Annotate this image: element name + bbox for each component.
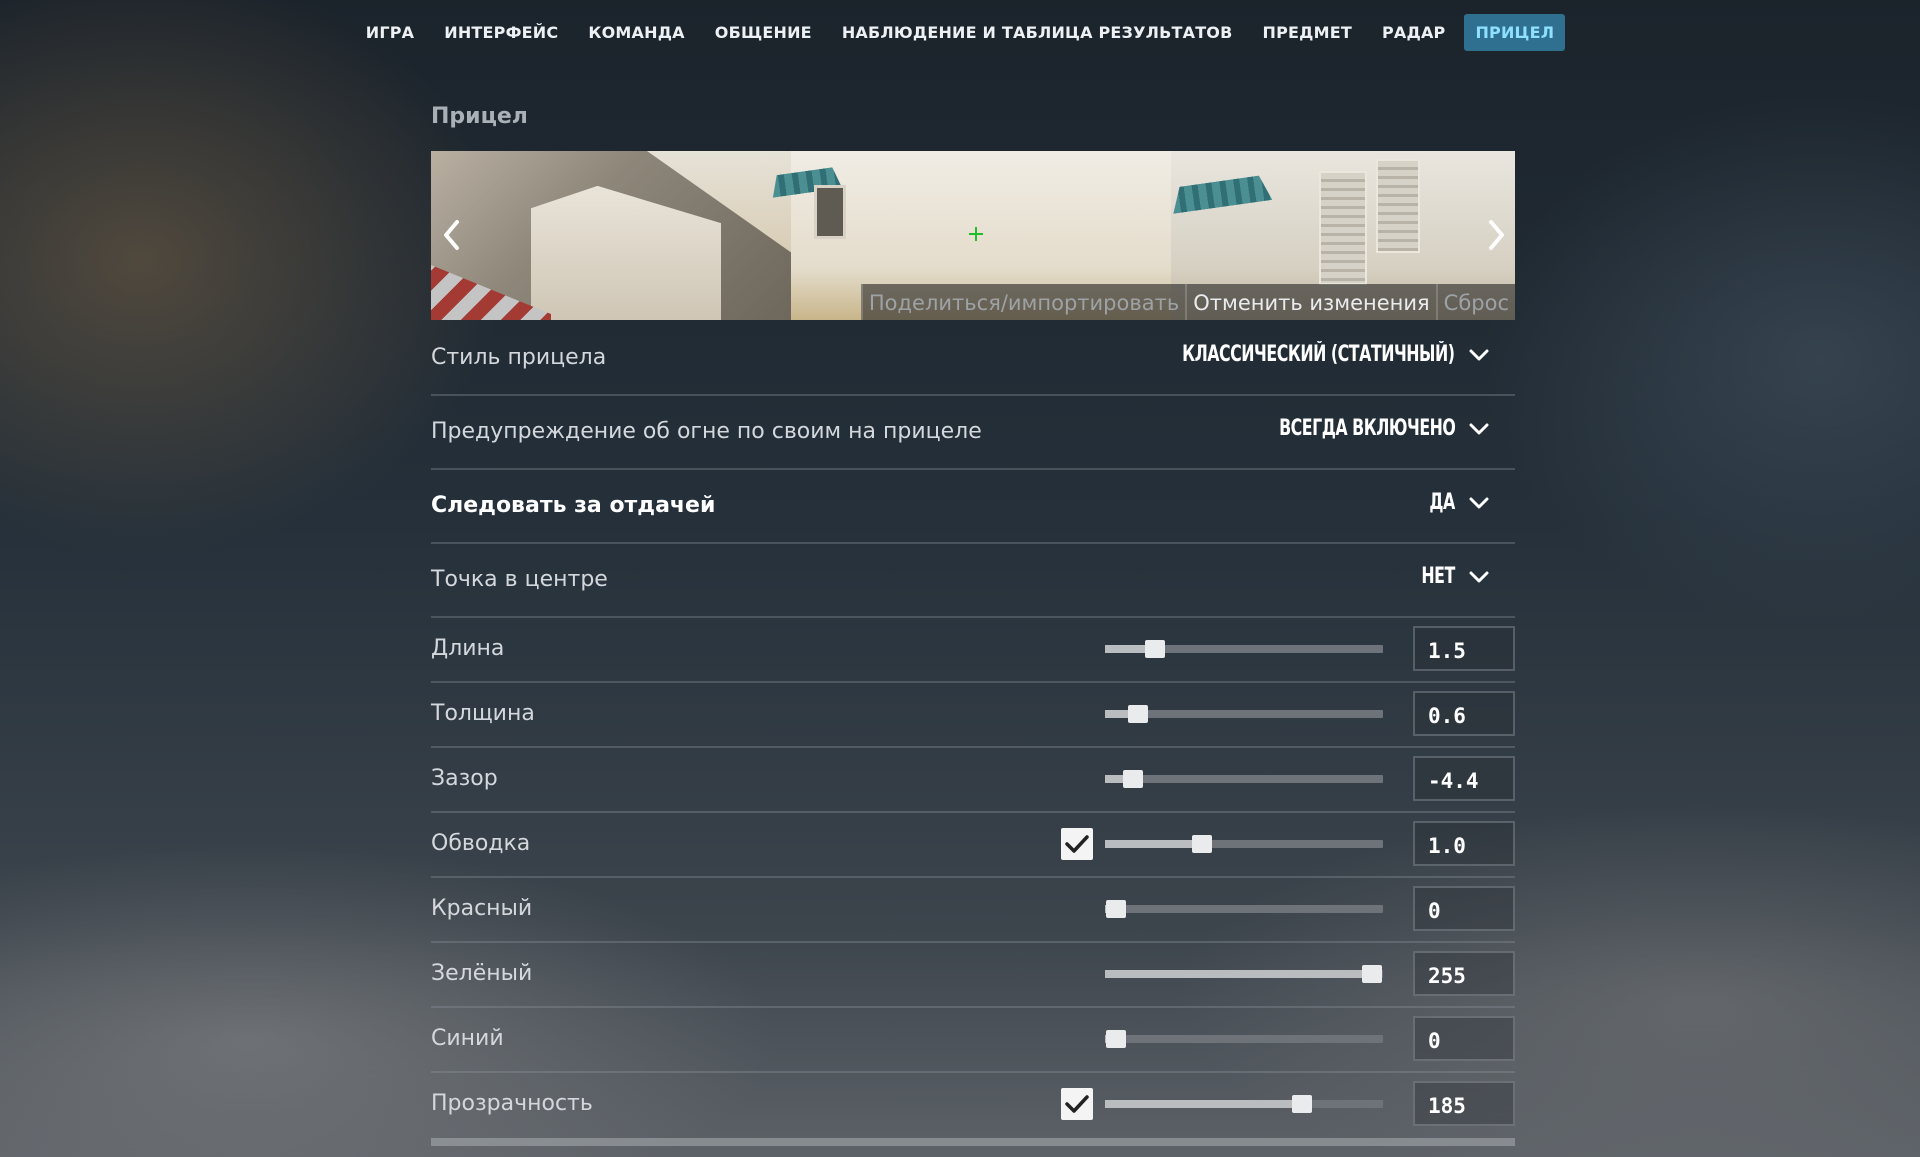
gap-row: Зазор -4.4	[431, 748, 1515, 813]
green-label: Зелёный	[431, 961, 533, 986]
thickness-row: Толщина 0.6	[431, 683, 1515, 748]
slider-thumb[interactable]	[1192, 835, 1213, 853]
red-input[interactable]: 0	[1413, 886, 1515, 931]
slider-thumb[interactable]	[1128, 705, 1149, 723]
friendly-fire-warning-dropdown[interactable]: Всегда включено	[1235, 416, 1489, 441]
outline-label: Обводка	[431, 831, 531, 856]
checkmark-icon	[1065, 1095, 1089, 1113]
gap-label: Зазор	[431, 766, 498, 791]
tab-crosshair[interactable]: ПРИЦЕЛ	[1464, 13, 1566, 51]
length-slider[interactable]	[1105, 640, 1383, 658]
alpha-input[interactable]: 185	[1413, 1081, 1515, 1126]
center-dot-label: Точка в центре	[431, 567, 608, 592]
length-input[interactable]: 1.5	[1413, 626, 1515, 671]
thickness-input[interactable]: 0.6	[1413, 691, 1515, 736]
blue-row: Синий 0	[431, 1008, 1515, 1073]
alpha-row: Прозрачность 185	[431, 1073, 1515, 1136]
chevron-down-icon	[1469, 348, 1489, 362]
follow-recoil-dropdown[interactable]: Да	[1423, 490, 1489, 515]
friendly-fire-warning-value: Всегда включено	[1278, 416, 1456, 441]
red-row: Красный 0	[431, 878, 1515, 943]
gap-slider[interactable]	[1105, 770, 1383, 788]
gap-input[interactable]: -4.4	[1413, 756, 1515, 801]
slider-fill	[1105, 970, 1372, 978]
crosshair-preview: Поделиться/импортировать Отменить измене…	[431, 151, 1515, 320]
preview-shutter	[1376, 159, 1420, 253]
chevron-down-icon	[1469, 496, 1489, 510]
chevron-left-icon	[444, 220, 459, 250]
crosshair-style-label: Стиль прицела	[431, 345, 607, 370]
alpha-checkbox[interactable]	[1061, 1088, 1093, 1120]
preview-window	[814, 185, 846, 239]
tab-spectating-scoreboard[interactable]: НАБЛЮДЕНИЕ И ТАБЛИЦА РЕЗУЛЬТАТОВ	[831, 14, 1244, 51]
reset-button[interactable]: Сброс	[1435, 284, 1515, 320]
top-nav: ИГРА ИНТЕРФЕЙС КОМАНДА ОБЩЕНИЕ НАБЛЮДЕНИ…	[0, 12, 1920, 52]
section-title: Прицел	[431, 104, 528, 129]
outline-input[interactable]: 1.0	[1413, 821, 1515, 866]
tab-communication[interactable]: ОБЩЕНИЕ	[704, 14, 823, 51]
tab-radar[interactable]: РАДАР	[1371, 14, 1456, 51]
red-slider[interactable]	[1105, 900, 1383, 918]
thickness-label: Толщина	[431, 701, 535, 726]
green-slider[interactable]	[1105, 965, 1383, 983]
center-dot-dropdown[interactable]: Нет	[1413, 564, 1489, 589]
friendly-fire-warning-row: Предупреждение об огне по своим на прице…	[431, 396, 1515, 470]
center-dot-row: Точка в центре Нет	[431, 544, 1515, 618]
follow-recoil-row: Следовать за отдачей Да	[431, 470, 1515, 544]
center-dot-value: Нет	[1421, 564, 1456, 589]
outline-row: Обводка 1.0	[431, 813, 1515, 878]
blue-label: Синий	[431, 1026, 504, 1051]
alpha-slider[interactable]	[1105, 1095, 1383, 1113]
red-label: Красный	[431, 896, 533, 921]
preview-prev-button[interactable]	[435, 213, 469, 257]
share-import-button[interactable]: Поделиться/импортировать	[860, 284, 1186, 320]
crosshair-style-value: Классический (статичный)	[1182, 342, 1456, 367]
blue-slider[interactable]	[1105, 1030, 1383, 1048]
slider-fill	[1105, 1100, 1303, 1108]
crosshair-style-row: Стиль прицела Классический (статичный)	[431, 320, 1515, 396]
checkmark-icon	[1065, 835, 1089, 853]
preview-shutter	[1319, 171, 1367, 285]
scroll-indicator[interactable]	[431, 1138, 1515, 1146]
crosshair-marker	[969, 227, 983, 241]
alpha-label: Прозрачность	[431, 1091, 593, 1116]
outline-slider[interactable]	[1105, 835, 1383, 853]
blue-input[interactable]: 0	[1413, 1016, 1515, 1061]
tab-team[interactable]: КОМАНДА	[577, 14, 695, 51]
slider-thumb[interactable]	[1145, 640, 1166, 658]
tab-interface[interactable]: ИНТЕРФЕЙС	[433, 14, 569, 51]
chevron-down-icon	[1469, 570, 1489, 584]
slider-thumb[interactable]	[1106, 900, 1127, 918]
follow-recoil-value: Да	[1429, 490, 1456, 515]
length-label: Длина	[431, 636, 505, 661]
tab-game[interactable]: ИГРА	[355, 14, 426, 51]
chevron-right-icon	[1489, 220, 1504, 250]
follow-recoil-label: Следовать за отдачей	[431, 493, 716, 518]
slider-thumb[interactable]	[1106, 1030, 1127, 1048]
friendly-fire-warning-label: Предупреждение об огне по своим на прице…	[431, 419, 982, 444]
chevron-down-icon	[1469, 422, 1489, 436]
length-row: Длина 1.5	[431, 618, 1515, 683]
tab-item[interactable]: ПРЕДМЕТ	[1252, 14, 1363, 51]
revert-changes-button[interactable]: Отменить изменения	[1185, 284, 1436, 320]
green-row: Зелёный 255	[431, 943, 1515, 1008]
slider-thumb[interactable]	[1122, 770, 1143, 788]
crosshair-style-dropdown[interactable]: Классический (статичный)	[1114, 342, 1489, 367]
thickness-slider[interactable]	[1105, 705, 1383, 723]
slider-fill	[1105, 840, 1203, 848]
outline-checkbox[interactable]	[1061, 828, 1093, 860]
green-input[interactable]: 255	[1413, 951, 1515, 996]
preview-actions: Поделиться/импортировать Отменить измене…	[860, 284, 1515, 320]
slider-thumb[interactable]	[1361, 965, 1382, 983]
slider-thumb[interactable]	[1292, 1095, 1313, 1113]
preview-next-button[interactable]	[1479, 213, 1513, 257]
